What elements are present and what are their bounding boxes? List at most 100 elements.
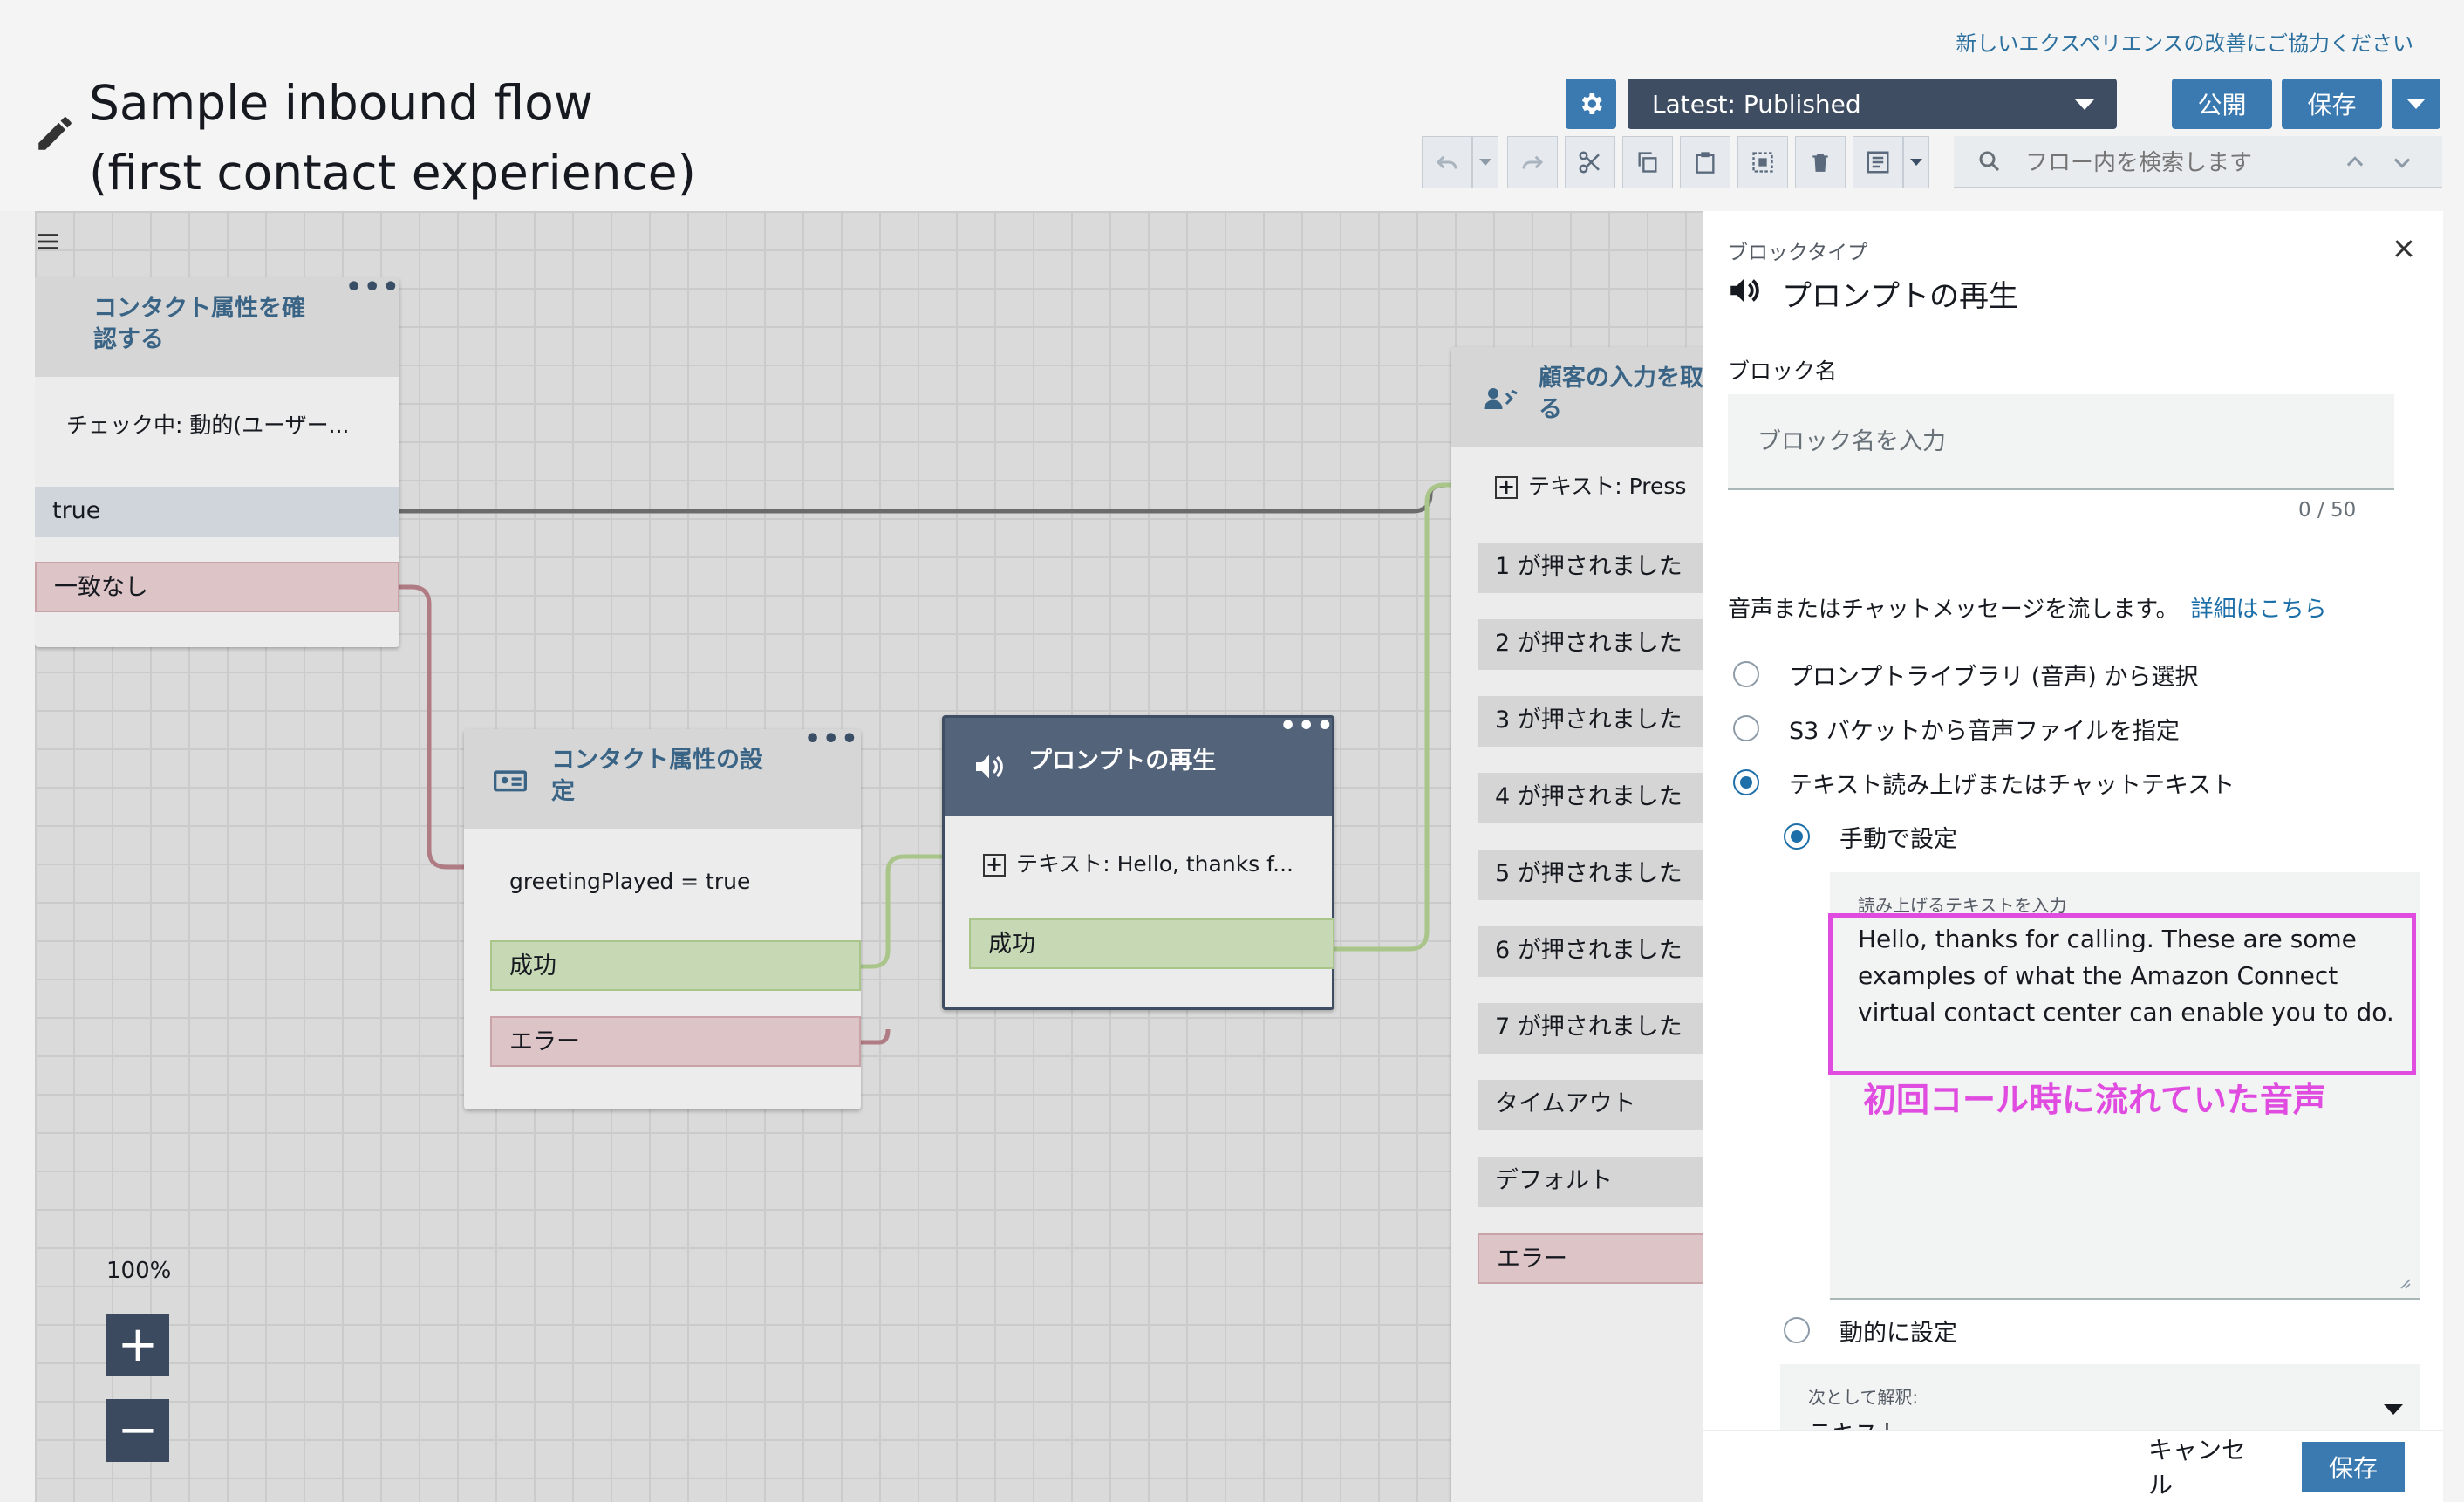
more-options-icon[interactable]: ••• xyxy=(1280,711,1335,742)
character-count: 0 / 50 xyxy=(2298,499,2357,522)
close-icon[interactable] xyxy=(2391,236,2417,262)
option-s3-bucket: S3 バケットから音声ファイルを指定 xyxy=(1789,718,2180,745)
branch-label: 成功 xyxy=(509,952,556,980)
settings-button[interactable] xyxy=(1566,79,1616,129)
customer-input-icon xyxy=(1484,388,1518,409)
undo-history-button[interactable] xyxy=(1472,136,1498,188)
save-options-button[interactable] xyxy=(2392,79,2440,129)
block-get-customer-input[interactable]: 顧客の入力を取 る + テキスト: Press 1 が押されました 2 が押されま… xyxy=(1451,347,1703,1502)
block-title-line-2: る xyxy=(1539,396,1562,423)
block-play-prompt[interactable]: プロンプトの再生 ••• + テキスト: Hello, thanks f... 成… xyxy=(942,711,1334,1010)
block-type-title: プロンプトの再生 xyxy=(1782,279,2018,314)
branch-pressed-4[interactable]: 4 が押されました xyxy=(1478,773,1703,823)
block-header: コンタクト属性の設 定 ••• xyxy=(464,724,861,829)
radio-text-to-speech[interactable] xyxy=(1733,769,1759,795)
caret-down-icon xyxy=(2075,99,2094,110)
branch-pressed-3[interactable]: 3 が押されました xyxy=(1478,696,1703,747)
detail-text: テキスト: Hello, thanks f... xyxy=(1016,851,1293,877)
publish-button[interactable]: 公開 xyxy=(2172,79,2272,129)
branch-true[interactable]: true xyxy=(35,487,399,537)
branch-success[interactable]: 成功 xyxy=(490,940,861,991)
branch-pressed-2[interactable]: 2 が押されました xyxy=(1478,619,1703,670)
feedback-link[interactable]: 新しいエクスペリエンスの改善にご協力ください xyxy=(1956,26,2413,57)
block-check-contact-attributes[interactable]: コンタクト属性を確 認する ••• チェック中: 動的(ユーザー... true… xyxy=(35,272,399,647)
resize-handle-icon[interactable] xyxy=(2397,1275,2411,1289)
radio-s3-bucket[interactable] xyxy=(1733,715,1759,741)
branch-pressed-1[interactable]: 1 が押されました xyxy=(1478,543,1703,593)
notes-options-button[interactable] xyxy=(1903,136,1929,188)
annotation-highlight-box xyxy=(1828,913,2416,1075)
branch-error[interactable]: エラー xyxy=(1478,1233,1703,1284)
more-options-icon[interactable]: ••• xyxy=(345,272,401,304)
expand-icon[interactable]: + xyxy=(983,854,1006,877)
branch-label: デフォルト xyxy=(1495,1167,1613,1194)
block-header: 顧客の入力を取 る xyxy=(1451,347,1703,447)
sub-option-manual: 手動で設定 xyxy=(1839,826,1957,853)
notes-button[interactable] xyxy=(1853,136,1903,188)
flow-search-input[interactable] xyxy=(2024,147,2350,180)
branch-label: 7 が押されました xyxy=(1495,1014,1682,1041)
title-line-1: Sample inbound flow xyxy=(89,75,593,131)
panel-save-button[interactable]: 保存 xyxy=(2302,1442,2405,1492)
select-all-button[interactable] xyxy=(1737,136,1788,188)
copy-button[interactable] xyxy=(1622,136,1673,188)
block-condition: チェック中: 動的(ユーザー... xyxy=(66,413,350,438)
zoom-out-button[interactable]: − xyxy=(106,1399,169,1462)
branch-pressed-7[interactable]: 7 が押されました xyxy=(1478,1003,1703,1054)
branch-label: 5 が押されました xyxy=(1495,860,1682,887)
connector-success-to-prompt xyxy=(861,854,951,969)
block-detail: + テキスト: Press xyxy=(1495,469,1686,501)
block-set-contact-attributes[interactable]: コンタクト属性の設 定 ••• greetingPlayed = true 成功… xyxy=(464,724,861,1109)
branch-success[interactable]: 成功 xyxy=(969,918,1334,969)
block-title-line-1: 顧客の入力を取 xyxy=(1539,365,1703,392)
expand-icon[interactable]: + xyxy=(1495,476,1518,499)
pencil-icon[interactable] xyxy=(33,112,77,155)
block-config-panel: ブロックタイプ プロンプトの再生 ブロック名 0 / 50 音声またはチャットメ… xyxy=(1703,211,2443,1502)
branch-pressed-6[interactable]: 6 が押されました xyxy=(1478,926,1703,977)
zoom-in-button[interactable]: + xyxy=(106,1314,169,1376)
delete-button[interactable] xyxy=(1795,136,1846,188)
branch-label: true xyxy=(52,497,101,524)
learn-more-link[interactable]: 詳細はこちら xyxy=(2191,597,2327,623)
select-all-icon xyxy=(1752,152,1773,173)
panel-footer: キャンセル 保存 xyxy=(1703,1430,2443,1502)
minus-icon: − xyxy=(117,1402,159,1458)
branch-pressed-5[interactable]: 5 が押されました xyxy=(1478,850,1703,900)
flow-canvas[interactable]: コンタクト属性を確 認する ••• チェック中: 動的(ユーザー... true… xyxy=(35,211,1703,1502)
redo-button[interactable] xyxy=(1507,136,1558,188)
paste-button[interactable] xyxy=(1680,136,1730,188)
branch-error[interactable]: エラー xyxy=(490,1016,861,1067)
branch-no-match[interactable]: 一致なし xyxy=(35,562,399,612)
branch-default[interactable]: デフォルト xyxy=(1478,1157,1703,1207)
save-button[interactable]: 保存 xyxy=(2282,79,2382,129)
block-title: プロンプトの再生 xyxy=(1028,748,1217,775)
chevron-up-icon[interactable] xyxy=(2343,150,2367,174)
block-title-line-1: コンタクト属性の設 xyxy=(551,747,763,774)
branch-label: 成功 xyxy=(988,931,1035,958)
version-select[interactable]: Latest: Published xyxy=(1628,79,2117,129)
radio-set-manually[interactable] xyxy=(1784,823,1810,850)
branch-label: エラー xyxy=(1497,1246,1567,1273)
hamburger-menu-icon[interactable] xyxy=(35,229,61,255)
more-options-icon[interactable]: ••• xyxy=(804,724,860,755)
chevron-down-icon[interactable] xyxy=(2390,150,2414,174)
flow-search-box xyxy=(1954,136,2442,188)
annotation-caption: 初回コール時に流れていた音声 xyxy=(1863,1081,2326,1119)
cut-button[interactable] xyxy=(1565,136,1615,188)
radio-prompt-library[interactable] xyxy=(1733,661,1759,687)
block-name-label: ブロック名 xyxy=(1728,358,1838,384)
zoom-level: 100% xyxy=(106,1258,172,1284)
description-text: 音声またはチャットメッセージを流します。 xyxy=(1728,597,2179,623)
block-detail: + テキスト: Hello, thanks f... xyxy=(983,847,1293,878)
cancel-button[interactable]: キャンセル xyxy=(2148,1436,2262,1499)
redo-icon xyxy=(1522,155,1544,169)
undo-icon xyxy=(1436,155,1457,169)
option-prompt-library: プロンプトライブラリ (音声) から選択 xyxy=(1789,664,2199,691)
radio-set-dynamically[interactable] xyxy=(1784,1317,1810,1343)
caret-down-icon xyxy=(1479,159,1491,166)
block-detail: greetingPlayed = true xyxy=(509,869,751,894)
branch-timeout[interactable]: タイムアウト xyxy=(1478,1080,1703,1130)
undo-button[interactable] xyxy=(1422,136,1472,188)
block-name-input[interactable] xyxy=(1728,394,2394,490)
block-title-line-2: 認する xyxy=(93,326,164,353)
